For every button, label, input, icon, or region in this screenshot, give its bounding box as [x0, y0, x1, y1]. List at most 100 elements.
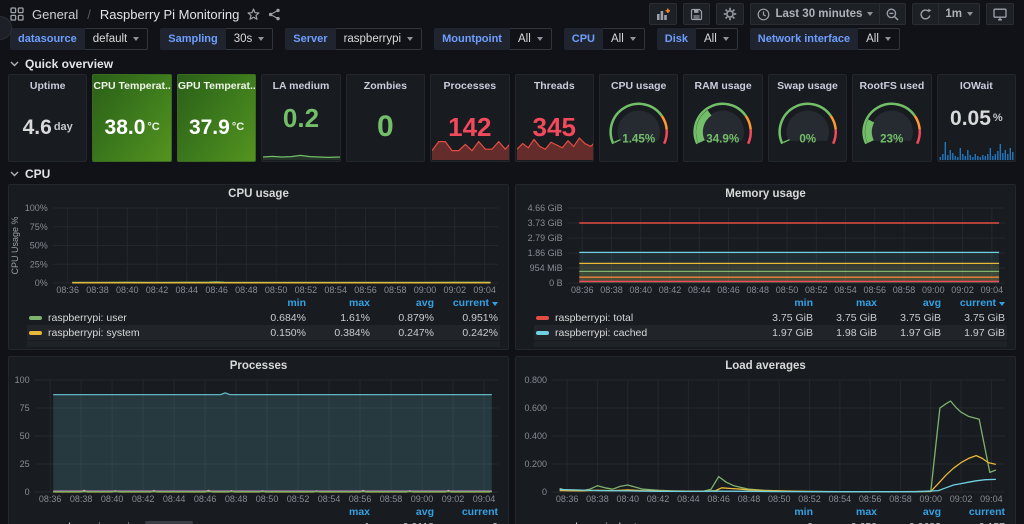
svg-text:08:42: 08:42	[659, 285, 682, 295]
panel-title[interactable]: IOWait	[938, 80, 1015, 92]
legend-series-label[interactable]: raspberrypi: total	[534, 310, 751, 325]
cpu-usage-plot[interactable]: 0%25%50%75%100%08:3608:3808:4008:4208:44…	[9, 201, 508, 296]
legend-series-label[interactable]: raspberrypi: short	[534, 519, 751, 524]
section-title: Quick overview	[25, 57, 113, 71]
panel-title[interactable]: RAM usage	[684, 80, 761, 92]
memory-usage-legend: minmaxavgcurrent raspberrypi: total 3.75 G…	[516, 296, 1015, 349]
refresh-button[interactable]	[912, 3, 939, 25]
stat-unit: %	[993, 112, 1003, 124]
grafana-dashboard: General / Raspberry Pi Monitoring	[0, 0, 1024, 524]
legend-value: 0.384%	[308, 325, 372, 340]
panel-title[interactable]: Threads	[516, 80, 593, 92]
chevron-down-icon	[407, 37, 413, 41]
legend-sort-current[interactable]: current	[436, 296, 500, 310]
breadcrumb-dashboard-title[interactable]: Raspberry Pi Monitoring	[100, 7, 239, 22]
legend-sort-max[interactable]: max	[308, 296, 372, 310]
legend-sort-max[interactable]: max	[815, 505, 879, 519]
load-averages-plot[interactable]: 00.2000.4000.6000.80008:3608:3808:4008:4…	[516, 373, 1015, 505]
svg-text:09:02: 09:02	[442, 494, 465, 504]
series-color-dash[interactable]	[29, 316, 42, 320]
panel-title[interactable]: GPU Temperat...	[178, 80, 255, 92]
sparkline	[432, 130, 509, 160]
svg-text:09:00: 09:00	[919, 494, 942, 504]
legend-sort-max[interactable]: max	[815, 296, 879, 310]
legend-sort-min[interactable]: min	[751, 296, 815, 310]
chevron-down-icon	[723, 37, 729, 41]
panel-title[interactable]: Swap usage	[769, 80, 846, 92]
variable-value-dropdown[interactable]: All	[510, 28, 552, 50]
stat-unit: °C	[232, 121, 244, 133]
save-dashboard-button[interactable]	[683, 3, 710, 25]
star-icon[interactable]	[247, 8, 260, 21]
panel-title[interactable]: Processes	[431, 80, 508, 92]
svg-text:08:54: 08:54	[834, 285, 857, 295]
variable-value-dropdown[interactable]: default	[85, 28, 149, 50]
svg-text:75%: 75%	[30, 222, 48, 232]
stat-panel-ram-usage: RAM usage34.9%	[683, 74, 762, 162]
svg-text:09:04: 09:04	[473, 285, 496, 295]
section-header-cpu[interactable]: CPU	[0, 166, 1024, 184]
series-color-dash[interactable]	[29, 331, 42, 335]
svg-text:0: 0	[25, 487, 30, 497]
series-color-dash[interactable]	[536, 316, 549, 320]
clock-icon	[757, 8, 770, 21]
legend-sort-min[interactable]: min	[244, 296, 308, 310]
legend-sort-avg[interactable]: avg	[879, 296, 943, 310]
variable-value-dropdown[interactable]: All	[858, 28, 900, 50]
dashboards-grid-icon[interactable]	[10, 7, 24, 21]
stat-panel-la-medium: LA medium0.2	[261, 74, 340, 162]
refresh-interval-picker[interactable]: 1m	[939, 3, 980, 25]
legend-sort-current[interactable]: current	[943, 296, 1007, 310]
legend-sort-avg[interactable]: avg	[372, 296, 436, 310]
legend-series-label[interactable]: raspberrypi: system	[27, 325, 244, 340]
panel-title[interactable]: LA medium	[262, 80, 339, 92]
svg-text:08:56: 08:56	[859, 494, 882, 504]
stat-panel-gpu-temperat: GPU Temperat...37.9°C	[177, 74, 256, 162]
panel-memory-usage: Memory usage 0 B954 MiB1.86 GiB2.79 GiB3…	[515, 184, 1016, 350]
time-range-picker[interactable]: Last 30 minutes	[750, 3, 880, 25]
zoom-out-time-button[interactable]	[880, 3, 906, 25]
legend-sort-max[interactable]: max	[308, 505, 372, 519]
legend-series-label[interactable]: raspberrypi: cached	[534, 325, 751, 340]
save-icon	[690, 8, 703, 21]
add-panel-button[interactable]	[649, 3, 677, 25]
variable-label: Sampling	[160, 28, 226, 50]
panel-title[interactable]: CPU usage	[9, 185, 508, 201]
processes-plot[interactable]: 025507510008:3608:3808:4008:4208:4408:46…	[9, 373, 508, 505]
variable-value-dropdown[interactable]: 30s	[226, 28, 274, 50]
variable-value-dropdown[interactable]: All	[696, 28, 738, 50]
stat-value-area: 0.2	[262, 93, 339, 143]
legend-sort-min[interactable]: min	[751, 505, 815, 519]
legend-sort-current[interactable]: current	[436, 505, 500, 519]
memory-usage-plot[interactable]: 0 B954 MiB1.86 GiB2.79 GiB3.73 GiB4.66 G…	[516, 201, 1015, 296]
variable-value-dropdown[interactable]: raspberrypi	[336, 28, 423, 50]
stat-value-area: 0%	[769, 93, 846, 161]
panel-title[interactable]: Load averages	[516, 357, 1015, 373]
share-icon[interactable]	[268, 8, 281, 21]
legend-value: 3.75 GiB	[943, 310, 1007, 325]
stat-value-area: 34.9%	[684, 93, 761, 161]
panel-title[interactable]: RootFS used	[853, 80, 930, 92]
variable-value-dropdown[interactable]: All	[603, 28, 645, 50]
template-variables-row: datasourcedefaultSampling30sServerraspbe…	[0, 26, 1024, 56]
legend-series-label[interactable]: raspberrypi: user	[27, 310, 244, 325]
panel-title[interactable]: Processes	[9, 357, 508, 373]
panel-title[interactable]: Zombies	[347, 80, 424, 92]
breadcrumb-section[interactable]: General	[32, 7, 78, 22]
legend-sort-avg[interactable]: avg	[879, 505, 943, 519]
panel-title[interactable]: Memory usage	[516, 185, 1015, 201]
panel-title[interactable]: Uptime	[9, 80, 86, 92]
kiosk-mode-button[interactable]	[986, 3, 1014, 25]
series-color-dash[interactable]	[536, 331, 549, 335]
section-title: CPU	[25, 167, 50, 181]
legend-sort-avg[interactable]: avg	[372, 505, 436, 519]
stat-value-area: 38.0°C	[93, 93, 170, 161]
dashboard-settings-button[interactable]	[716, 3, 744, 25]
section-header-quick-overview[interactable]: Quick overview	[0, 56, 1024, 74]
svg-text:09:00: 09:00	[411, 494, 434, 504]
panel-title[interactable]: CPU usage	[600, 80, 677, 92]
legend-value: 1	[308, 519, 372, 524]
panel-title[interactable]: CPU Temperat...	[93, 80, 170, 92]
gear-icon	[723, 7, 737, 21]
legend-sort-current[interactable]: current	[943, 505, 1007, 519]
